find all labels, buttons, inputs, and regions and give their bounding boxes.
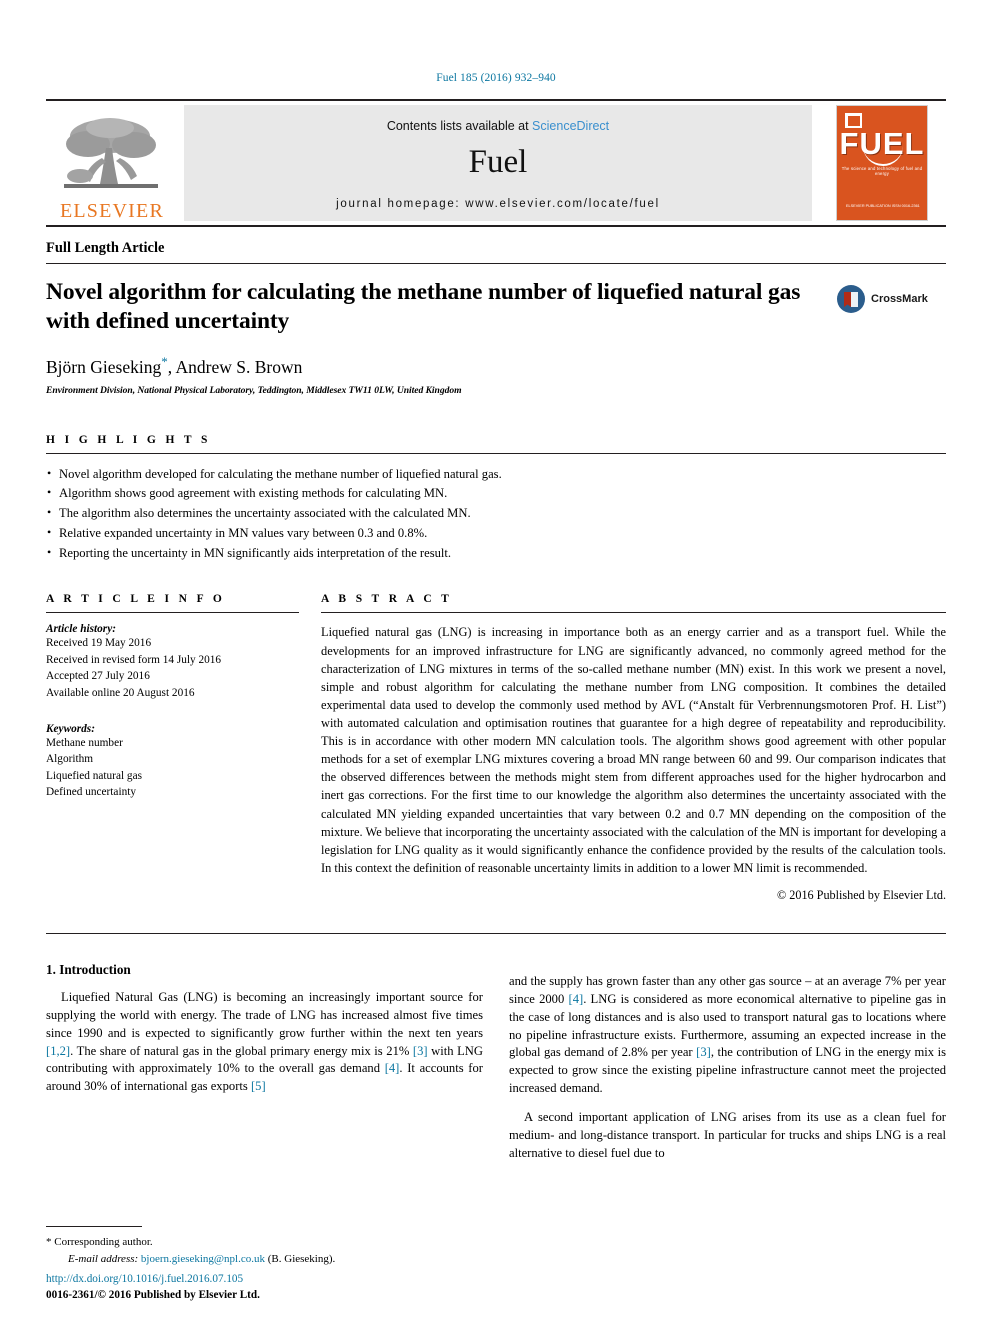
contents-prefix: Contents lists available at xyxy=(386,118,533,133)
journal-cover-image: FUEL The science and technology of fuel … xyxy=(836,105,928,221)
author-list: Björn Gieseking*, Andrew S. Brown xyxy=(46,354,822,378)
info-abstract-row: A R T I C L E I N F O Article history: R… xyxy=(46,593,946,903)
issn-copyright: 0016-2361/© 2016 Published by Elsevier L… xyxy=(46,1288,260,1301)
journal-homepage-link[interactable]: journal homepage: www.elsevier.com/locat… xyxy=(336,198,660,210)
body-separator-rule xyxy=(46,932,946,934)
contents-available-line: Contents lists available at ScienceDirec… xyxy=(387,119,609,133)
citation-ref[interactable]: [5] xyxy=(251,1079,266,1093)
highlights-heading: H I G H L I G H T S xyxy=(46,433,211,446)
elsevier-wordmark: ELSEVIER xyxy=(59,200,165,222)
crossmark-icon xyxy=(837,285,865,313)
email-owner: (B. Gieseking). xyxy=(267,1252,336,1265)
keywords-label: Keywords: xyxy=(46,722,95,735)
corresponding-author-text: Corresponding author. xyxy=(54,1236,153,1248)
body-columns: 1. Introduction Liquefied Natural Gas (L… xyxy=(46,962,946,1163)
paragraph-text: Liquefied Natural Gas (LNG) is becoming … xyxy=(46,989,483,1040)
abstract-heading: A B S T R A C T xyxy=(321,593,453,606)
elsevier-tree-icon xyxy=(64,118,158,188)
asterisk-icon: * xyxy=(46,1236,52,1248)
title-block: Novel algorithm for calculating the meth… xyxy=(46,278,946,396)
article-history-label: Article history: xyxy=(46,623,116,636)
corresponding-author-note: * Corresponding author. xyxy=(46,1234,476,1251)
author-primary: Björn Gieseking xyxy=(46,356,162,377)
highlights-rule xyxy=(46,452,946,454)
cover-footer-text: ELSEVIER PUBLICATION ISSN 0016-2361 xyxy=(846,204,920,209)
paragraph: A second important application of LNG ar… xyxy=(509,1110,946,1160)
list-item: Algorithm xyxy=(46,753,94,766)
list-item: Reporting the uncertainty in MN signific… xyxy=(46,543,946,564)
journal-masthead: ELSEVIER Contents lists available at Sci… xyxy=(46,99,946,227)
article-info-heading: A R T I C L E I N F O xyxy=(46,593,226,606)
citation-ref[interactable]: [4] xyxy=(385,1061,400,1075)
citation-ref[interactable]: [1,2] xyxy=(46,1044,70,1058)
list-item: The algorithm also determines the uncert… xyxy=(46,503,946,524)
list-item: Relative expanded uncertainty in MN valu… xyxy=(46,523,946,544)
list-item: Received 19 May 2016 xyxy=(46,637,152,650)
paragraph-text: . The share of natural gas in the global… xyxy=(70,1043,413,1058)
highlights-section: H I G H L I G H T S Novel algorithm deve… xyxy=(46,434,946,564)
highlights-list: Novel algorithm developed for calculatin… xyxy=(46,464,946,564)
journal-title: Fuel xyxy=(468,143,528,180)
body-column-right: and the supply has grown faster than any… xyxy=(509,962,946,1163)
list-item: Accepted 27 July 2016 xyxy=(46,670,150,683)
list-item: Defined uncertainty xyxy=(46,786,137,799)
list-item: Algorithm shows good agreement with exis… xyxy=(46,483,946,504)
list-item: Methane number xyxy=(46,736,123,749)
list-item: Available online 20 August 2016 xyxy=(46,686,195,699)
citation-ref[interactable]: [4] xyxy=(569,992,584,1006)
article-type-label: Full Length Article xyxy=(46,240,165,256)
section-heading-introduction: 1. Introduction xyxy=(46,961,131,977)
list-item: Liquefied natural gas xyxy=(46,769,142,782)
doi-link[interactable]: http://dx.doi.org/10.1016/j.fuel.2016.07… xyxy=(46,1271,260,1287)
abstract-copyright: © 2016 Published by Elsevier Ltd. xyxy=(776,887,946,902)
footnote-block: * Corresponding author. E-mail address: … xyxy=(46,1226,476,1267)
keywords-list: Methane number Algorithm Liquefied natur… xyxy=(46,735,299,801)
article-info-rule xyxy=(46,612,299,614)
doi-block: http://dx.doi.org/10.1016/j.fuel.2016.07… xyxy=(46,1271,260,1303)
email-label: E-mail address: xyxy=(68,1252,139,1265)
abstract-section: A B S T R A C T Liquefied natural gas (L… xyxy=(321,593,946,903)
article-page: Fuel 185 (2016) 932–940 ELSEVIER Content… xyxy=(0,0,992,1323)
email-note: E-mail address: bjoern.gieseking@npl.co.… xyxy=(46,1251,476,1268)
page-title: Novel algorithm for calculating the meth… xyxy=(46,279,801,334)
author-secondary: , Andrew S. Brown xyxy=(167,356,303,377)
list-item: Novel algorithm developed for calculatin… xyxy=(46,464,946,485)
article-info-section: A R T I C L E I N F O Article history: R… xyxy=(46,593,321,903)
affiliation: Environment Division, National Physical … xyxy=(46,384,462,396)
crossmark-badge[interactable]: CrossMark xyxy=(836,284,946,314)
list-item: Received in revised form 14 July 2016 xyxy=(46,653,222,666)
elsevier-logo: ELSEVIER xyxy=(46,101,178,225)
journal-banner: Contents lists available at ScienceDirec… xyxy=(184,105,812,221)
cover-arc-decoration xyxy=(863,146,903,166)
paragraph: and the supply has grown faster than any… xyxy=(509,973,946,1098)
footnote-rule xyxy=(46,1226,142,1227)
running-head: Fuel 185 (2016) 932–940 xyxy=(436,72,556,84)
citation-ref[interactable]: [3] xyxy=(413,1044,428,1058)
article-type-rule xyxy=(46,263,946,264)
article-history-list: Received 19 May 2016 Received in revised… xyxy=(46,635,299,701)
crossmark-label: CrossMark xyxy=(871,293,928,305)
paragraph: Liquefied Natural Gas (LNG) is becoming … xyxy=(46,989,483,1096)
abstract-text: Liquefied natural gas (LNG) is increasin… xyxy=(321,625,946,875)
cover-subtitle: The science and technology of fuel and e… xyxy=(841,166,923,176)
sciencedirect-link[interactable]: ScienceDirect xyxy=(532,119,609,133)
abstract-rule xyxy=(321,612,946,614)
citation-ref[interactable]: [3] xyxy=(696,1045,711,1059)
body-column-left: 1. Introduction Liquefied Natural Gas (L… xyxy=(46,962,483,1163)
email-link[interactable]: bjoern.gieseking@npl.co.uk xyxy=(141,1253,265,1265)
journal-cover-block: FUEL The science and technology of fuel … xyxy=(818,101,946,225)
